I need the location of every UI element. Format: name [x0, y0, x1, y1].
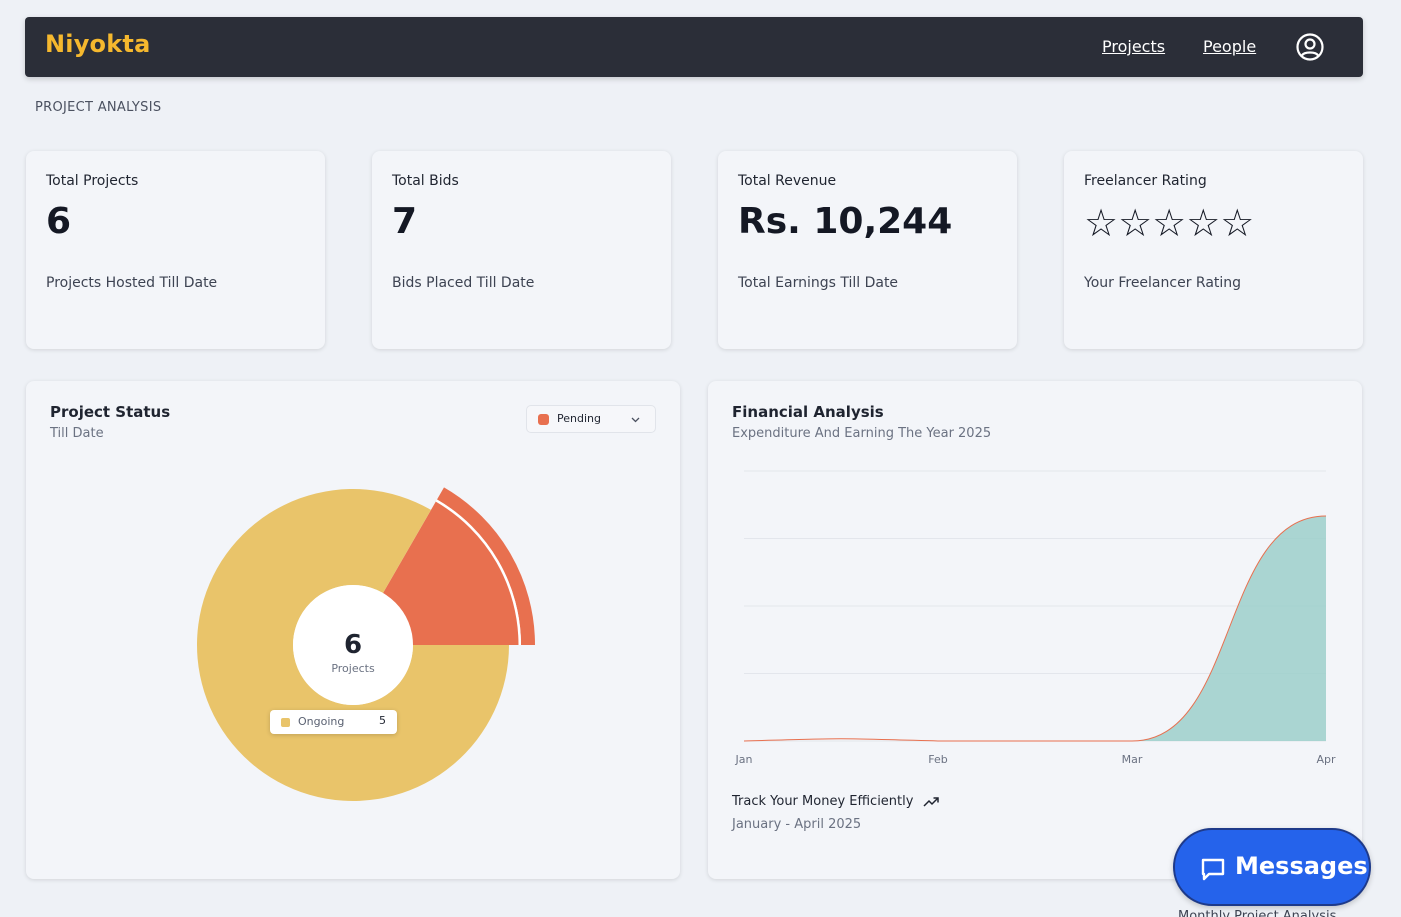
stat-title: Total Revenue — [738, 173, 837, 189]
rating-stars-icon: ☆☆☆☆☆ — [1084, 201, 1255, 245]
stat-subtitle: Bids Placed Till Date — [392, 275, 535, 291]
tooltip-value: 5 — [379, 714, 386, 727]
messages-label: Messages — [1235, 852, 1368, 880]
select-color-swatch — [538, 414, 549, 425]
navbar: Niyokta Projects People — [25, 17, 1363, 77]
user-circle-icon[interactable] — [1295, 32, 1325, 62]
donut-center-value: 6 — [344, 630, 362, 660]
x-tick-label: Mar — [1122, 753, 1143, 766]
trending-up-icon — [923, 797, 939, 807]
tooltip-label: Ongoing — [298, 715, 345, 728]
x-tick-label: Jan — [735, 753, 753, 766]
panel-subtitle: Till Date — [50, 426, 104, 441]
tooltip-swatch — [281, 718, 290, 727]
stat-subtitle: Total Earnings Till Date — [738, 275, 899, 291]
stat-title: Total Bids — [392, 173, 459, 189]
nav-link-projects[interactable]: Projects — [1102, 37, 1165, 56]
stat-card-freelancer-rating: Freelancer Rating ☆☆☆☆☆ Your Freelancer … — [1064, 151, 1363, 349]
chart-footer-title: Track Your Money Efficiently — [732, 794, 914, 809]
stat-subtitle: Your Freelancer Rating — [1084, 275, 1242, 291]
area-series-fill — [744, 516, 1326, 741]
panel-title: Project Status — [50, 403, 171, 421]
nav-link-people[interactable]: People — [1203, 37, 1256, 56]
select-value: Pending — [557, 412, 601, 425]
stat-card-total-projects: Total Projects 6 Projects Hosted Till Da… — [26, 151, 325, 349]
donut-center-label: Projects — [331, 662, 375, 675]
section-heading: PROJECT ANALYSIS — [35, 100, 162, 115]
chat-bubble-icon — [1201, 858, 1225, 881]
financial-analysis-panel: Financial Analysis Expenditure And Earni… — [708, 381, 1362, 879]
stat-subtitle: Projects Hosted Till Date — [46, 275, 218, 291]
financial-area-chart: Jan Feb Mar Apr — [735, 470, 1336, 766]
stat-value: 7 — [392, 201, 418, 242]
brand-logo[interactable]: Niyokta — [45, 30, 150, 58]
stat-value: 6 — [46, 201, 72, 242]
stat-value: Rs. 10,244 — [738, 201, 953, 242]
chart-tooltip: Ongoing 5 — [270, 710, 397, 734]
chevron-down-icon — [631, 417, 640, 423]
project-status-pie-chart: 6 Projects — [197, 487, 535, 801]
x-tick-label: Feb — [928, 753, 947, 766]
project-status-panel: 6 Projects Project Status Till Date Pendi… — [26, 381, 680, 879]
monthly-analysis-heading: Monthly Project Analysis — [1178, 909, 1337, 917]
stat-title: Freelancer Rating — [1084, 173, 1207, 189]
status-select[interactable]: Pending — [526, 405, 656, 433]
x-tick-label: Apr — [1316, 753, 1336, 766]
stat-card-total-revenue: Total Revenue Rs. 10,244 Total Earnings … — [718, 151, 1017, 349]
messages-button[interactable]: Messages — [1173, 828, 1371, 906]
stat-title: Total Projects — [46, 173, 139, 189]
chart-footer-subtitle: January - April 2025 — [732, 817, 862, 832]
stat-card-total-bids: Total Bids 7 Bids Placed Till Date — [372, 151, 671, 349]
